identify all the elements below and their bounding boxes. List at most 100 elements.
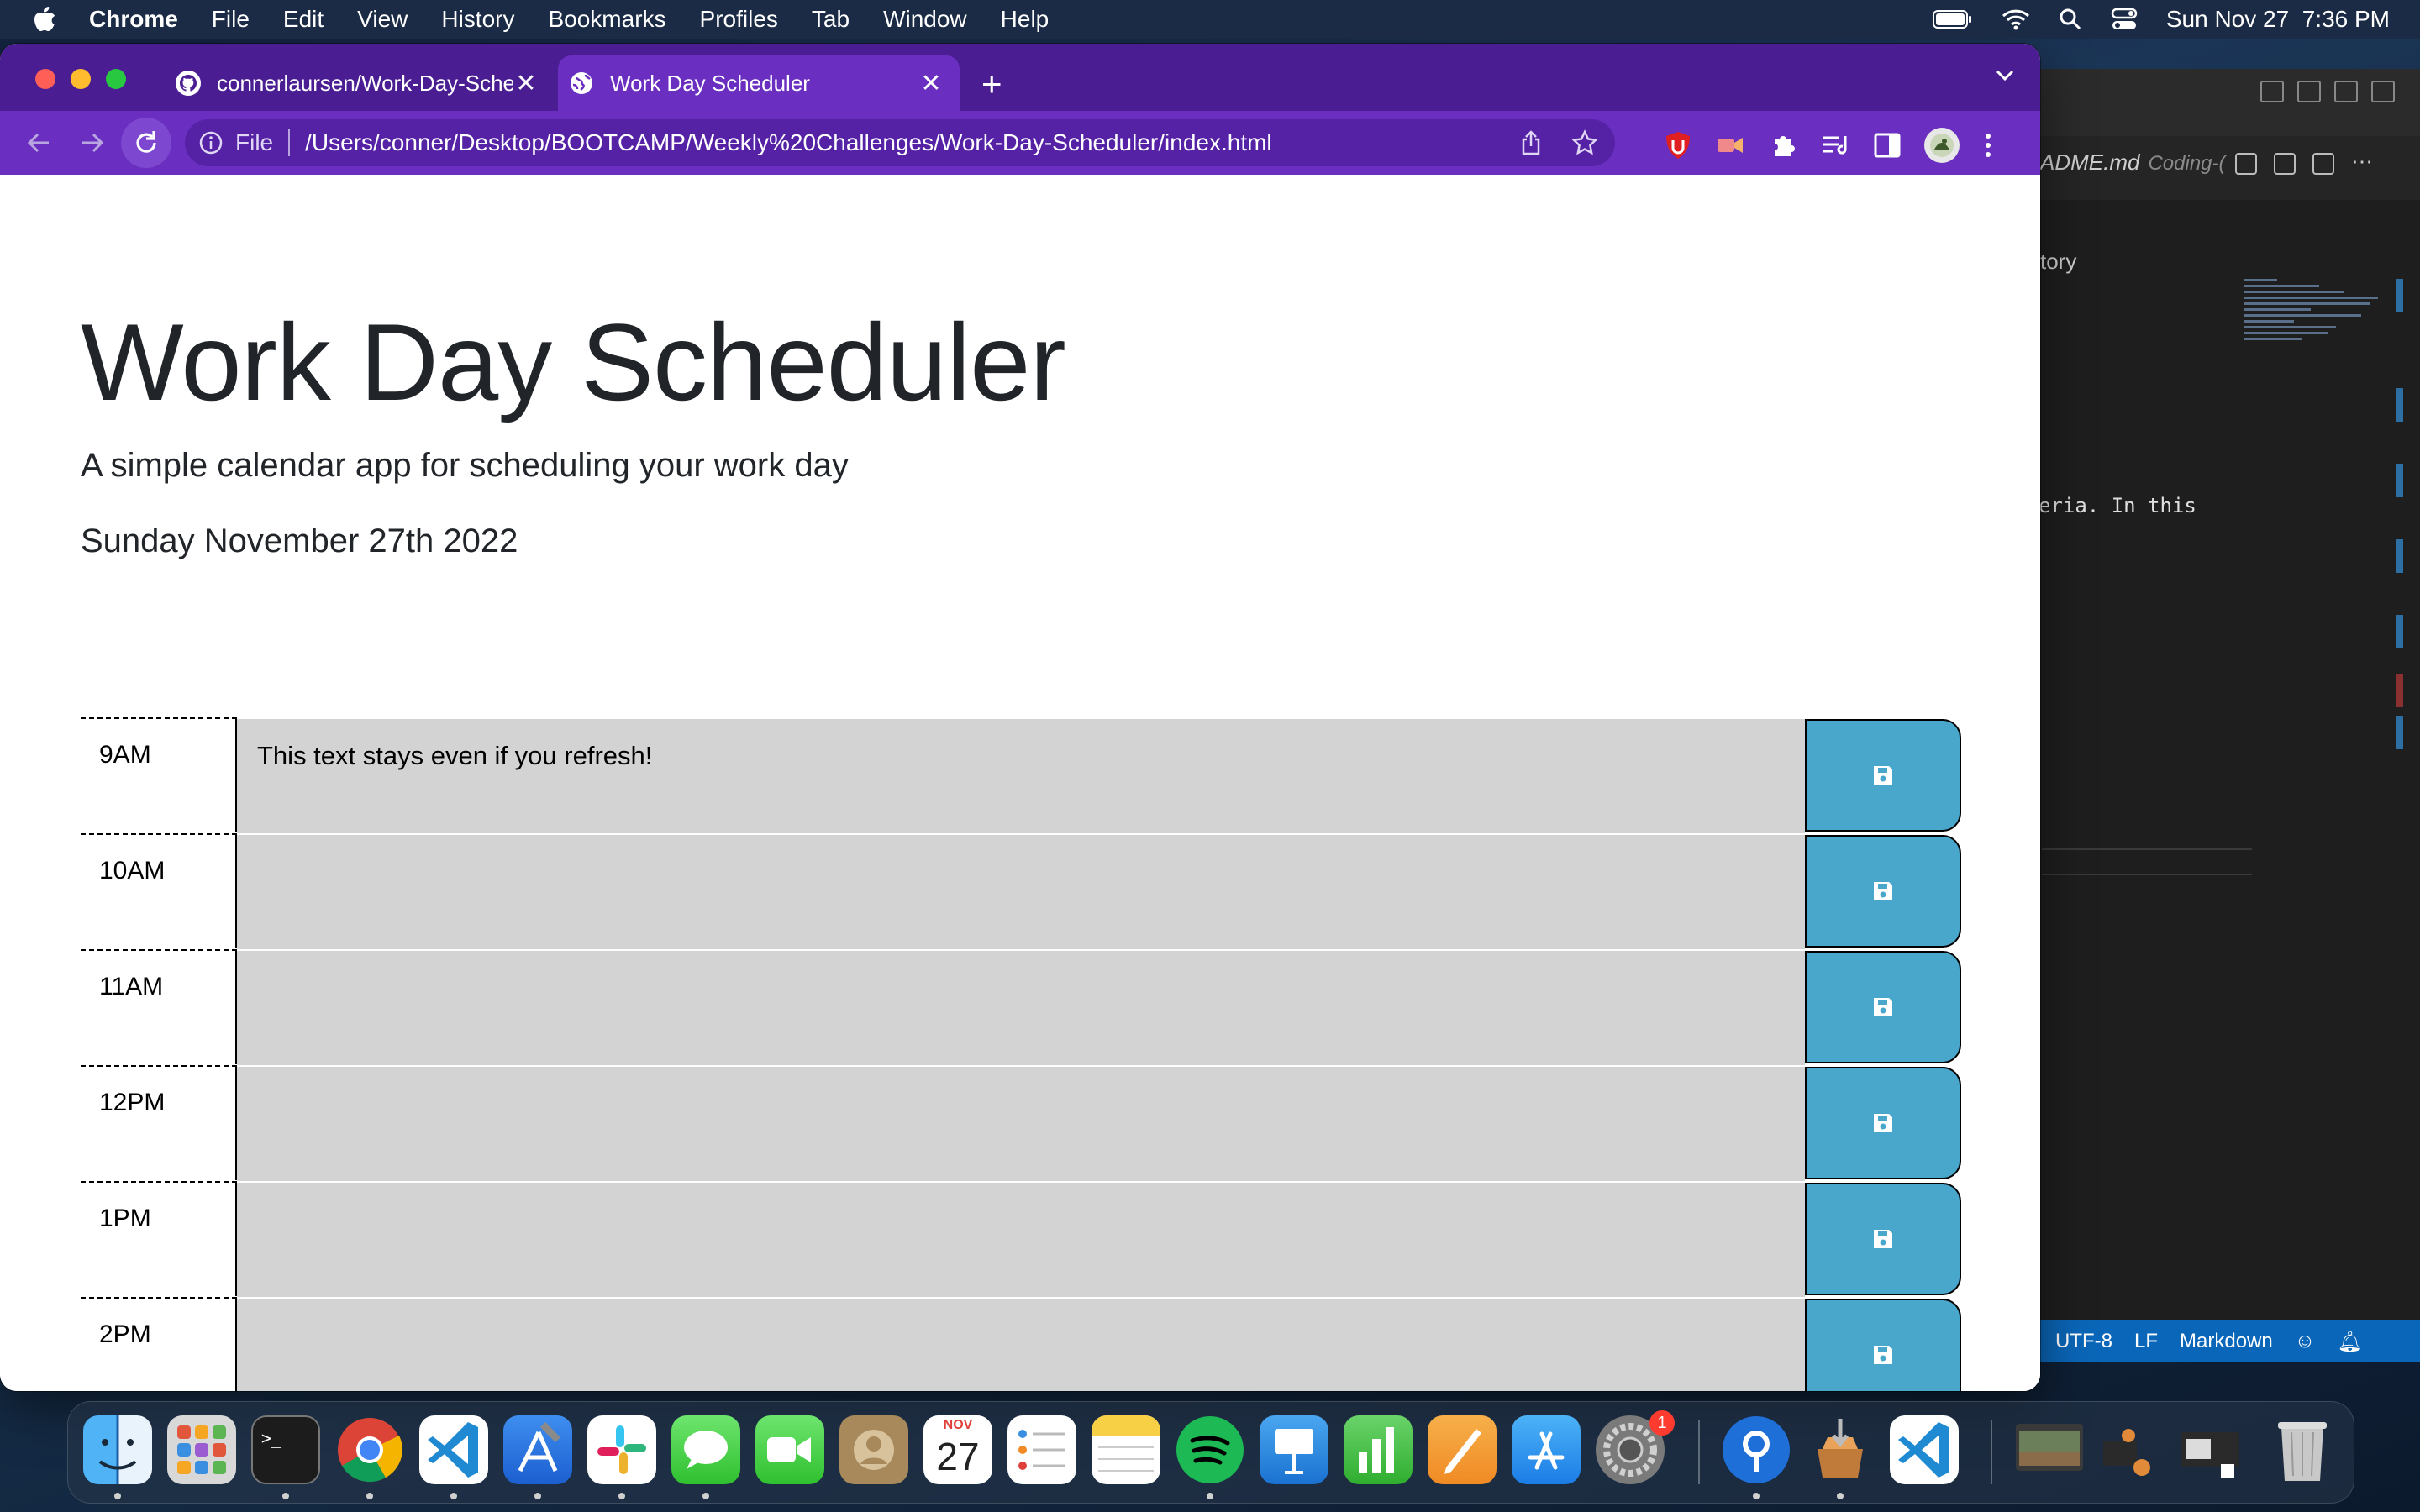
status-eol[interactable]: LF [2134, 1330, 2158, 1353]
app-store-icon[interactable] [1512, 1415, 1581, 1484]
close-tab-icon[interactable]: ✕ [513, 70, 539, 97]
contacts-icon[interactable] [839, 1415, 908, 1484]
tab-work-day-scheduler[interactable]: Work Day Scheduler ✕ [558, 55, 960, 111]
menu-tab[interactable]: Tab [812, 6, 850, 33]
floppy-save-icon [1874, 1114, 1892, 1132]
vscode-icon[interactable] [1890, 1415, 1959, 1484]
messages-icon[interactable] [671, 1415, 740, 1484]
extensions-puzzle-icon[interactable] [1770, 131, 1798, 160]
calendar-icon[interactable]: NOV 27 [923, 1415, 992, 1484]
github-icon [176, 71, 201, 96]
reminders-icon[interactable] [1007, 1415, 1076, 1484]
running-indicator [1207, 1493, 1213, 1499]
sourcetree-icon[interactable] [1722, 1415, 1791, 1484]
close-window-button[interactable] [35, 69, 55, 89]
chrome-icon[interactable] [335, 1415, 404, 1484]
reload-button[interactable] [121, 118, 171, 168]
layout-customize-icon[interactable] [2371, 81, 2395, 102]
open-preview-icon[interactable] [2274, 153, 2296, 175]
description-textarea[interactable] [237, 1297, 1805, 1391]
minimize-window-button[interactable] [71, 69, 91, 89]
new-tab-plus-icon[interactable]: + [981, 66, 1002, 102]
minimized-window-thumbnail[interactable] [2016, 1424, 2083, 1471]
save-button[interactable] [1805, 1067, 1961, 1179]
share-icon[interactable] [1519, 129, 1543, 156]
vscode-scrollbar[interactable] [2396, 279, 2403, 749]
notifications-bell-icon[interactable]: 🔔︎ [2337, 1330, 2362, 1354]
menu-file[interactable]: File [212, 6, 250, 33]
notes-icon[interactable] [1092, 1415, 1160, 1484]
menu-bar: Chrome File Edit View History Bookmarks … [0, 0, 2420, 39]
menu-profiles[interactable]: Profiles [700, 6, 778, 33]
control-center-icon[interactable] [2111, 8, 2138, 31]
numbers-icon[interactable] [1344, 1415, 1413, 1484]
description-textarea[interactable] [237, 833, 1805, 949]
vscode-icon[interactable] [419, 1415, 488, 1484]
back-arrow-icon[interactable] [24, 128, 54, 158]
xcode-icon[interactable] [503, 1415, 572, 1484]
tab-active-title: Work Day Scheduler [610, 70, 810, 96]
apple-icon[interactable] [32, 5, 66, 34]
chrome-menu-kebab-icon[interactable] [1983, 131, 1993, 160]
status-language[interactable]: Markdown [2180, 1330, 2273, 1353]
save-button[interactable] [1805, 951, 1961, 1063]
vscode-minimap[interactable] [2244, 279, 2386, 371]
reading-list-icon[interactable] [1822, 133, 1850, 158]
save-button[interactable] [1805, 835, 1961, 948]
forward-arrow-icon[interactable] [77, 128, 108, 158]
save-button[interactable] [1805, 719, 1961, 832]
menu-bookmarks[interactable]: Bookmarks [548, 6, 666, 33]
layout-secondary-icon[interactable] [2334, 81, 2358, 102]
layout-panel-icon[interactable] [2297, 81, 2321, 102]
finder-icon[interactable] [83, 1415, 152, 1484]
save-button[interactable] [1805, 1183, 1961, 1295]
wifi-icon[interactable] [2002, 8, 2030, 30]
bookmark-star-icon[interactable] [1571, 129, 1598, 156]
ublock-extension-icon[interactable] [1664, 130, 1692, 160]
menu-edit[interactable]: Edit [283, 6, 324, 33]
menubar-clock[interactable]: Sun Nov 27 7:36 PM [2166, 6, 2390, 33]
profile-avatar[interactable] [1924, 128, 1960, 163]
git-compare-icon[interactable] [2235, 153, 2257, 175]
menu-history[interactable]: History [441, 6, 514, 33]
menu-help[interactable]: Help [1001, 6, 1050, 33]
tab-search-chevron-icon[interactable] [1995, 69, 2015, 82]
running-indicator [618, 1493, 625, 1499]
save-button[interactable] [1805, 1299, 1961, 1391]
terminal-icon[interactable]: >_ [251, 1415, 320, 1484]
pages-icon[interactable] [1428, 1415, 1497, 1484]
menu-window[interactable]: Window [883, 6, 967, 33]
description-textarea[interactable] [237, 1065, 1805, 1181]
trash-icon[interactable] [2268, 1415, 2337, 1484]
description-textarea[interactable] [237, 1181, 1805, 1297]
menu-chrome[interactable]: Chrome [89, 6, 178, 33]
zoom-window-button[interactable] [106, 69, 126, 89]
status-encoding[interactable]: UTF-8 [2055, 1330, 2112, 1353]
close-tab-icon[interactable]: ✕ [918, 70, 944, 97]
keynote-icon[interactable] [1260, 1415, 1328, 1484]
installer-icon[interactable] [1806, 1415, 1875, 1484]
layout-sidebar-icon[interactable] [2260, 81, 2284, 102]
tab-github[interactable]: connerlaursen/Work-Day-Sche ✕ [165, 55, 555, 111]
downloads-stack-icon[interactable] [2095, 1415, 2164, 1484]
address-url[interactable]: /Users/conner/Desktop/BOOTCAMP/Weekly%20… [305, 129, 1272, 156]
slack-icon[interactable] [587, 1415, 656, 1484]
description-textarea[interactable] [237, 949, 1805, 1065]
description-textarea[interactable]: This text stays even if you refresh! [237, 717, 1805, 833]
split-editor-icon[interactable] [2312, 153, 2334, 175]
screen-recorder-extension-icon[interactable] [1716, 133, 1746, 158]
hour-label: 12PM [81, 1065, 237, 1180]
vscode-editor-tab[interactable]: ADME.md Coding-( [2040, 150, 2226, 176]
menu-view[interactable]: View [357, 6, 408, 33]
facetime-icon[interactable] [755, 1415, 824, 1484]
documents-stack-icon[interactable] [2177, 1415, 2246, 1484]
more-actions-icon[interactable]: ⋯ [2351, 150, 2373, 175]
side-panel-icon[interactable] [1874, 133, 1901, 158]
spotify-icon[interactable] [1176, 1415, 1244, 1484]
spotlight-search-icon[interactable] [2059, 8, 2082, 31]
launchpad-icon[interactable] [167, 1415, 236, 1484]
site-info-icon[interactable] [198, 130, 224, 155]
battery-icon[interactable] [1932, 9, 1973, 29]
address-bar[interactable]: File /Users/conner/Desktop/BOOTCAMP/Week… [185, 119, 1615, 166]
feedback-icon[interactable]: ☺ [2295, 1330, 2316, 1353]
